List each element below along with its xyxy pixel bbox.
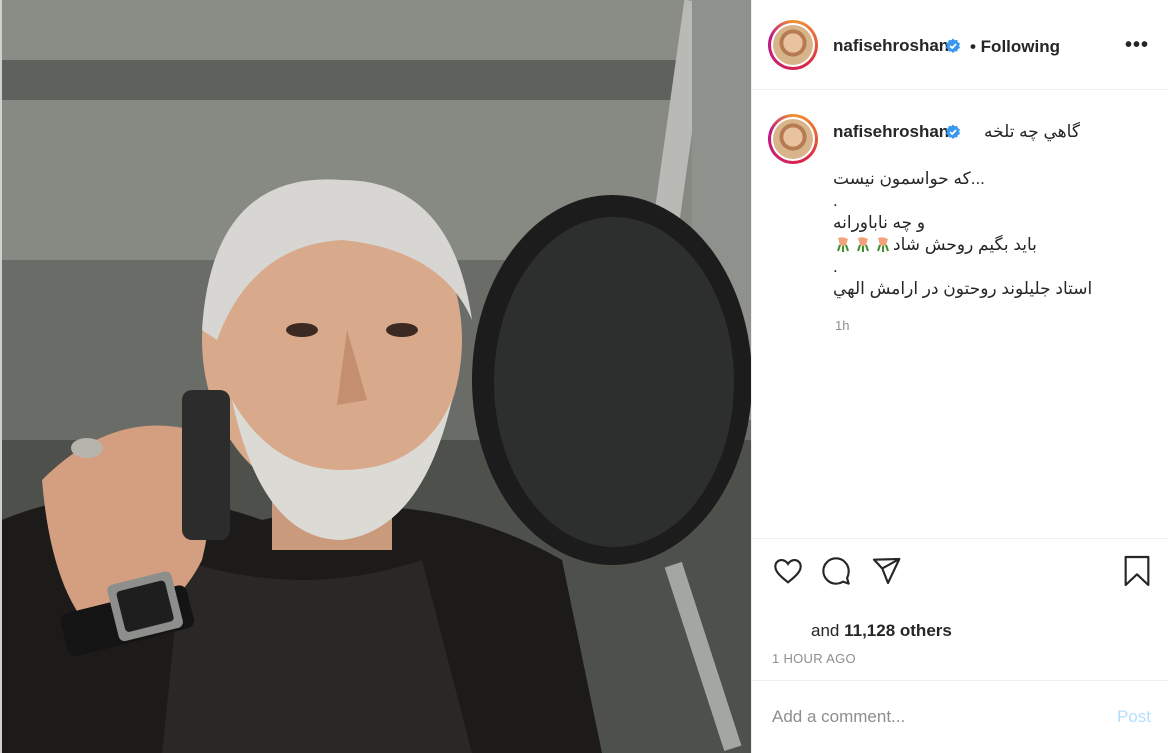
share-icon[interactable] (870, 555, 902, 587)
author-avatar[interactable] (768, 20, 818, 70)
following-button[interactable]: • Following (970, 37, 1060, 57)
action-bar: and 11,128 others 1 HOUR AGO (752, 538, 1168, 680)
likes-count[interactable]: and 11,128 others (811, 621, 952, 641)
likes-prefix: and (811, 621, 840, 640)
comment-form: Post (752, 680, 1168, 753)
instagram-post: nafisehroshan • Following ••• nafisehros… (0, 0, 1168, 753)
post-sidebar: nafisehroshan • Following ••• nafisehros… (751, 0, 1168, 753)
caption-line: . (833, 257, 838, 276)
post-comment-button[interactable]: Post (1117, 707, 1151, 727)
caption-line-with-emoji: بايد بگيم روحش شاد (833, 234, 1092, 256)
caption-username[interactable]: nafisehroshan (833, 122, 949, 142)
caption-time[interactable]: 1h (835, 318, 849, 333)
caption-line: ...که حواسمون نيست (833, 169, 985, 188)
caption-first-line: گاهي چه تلخه (984, 122, 1080, 141)
post-photo[interactable] (0, 0, 751, 753)
caption-avatar[interactable] (768, 114, 818, 164)
flower-emoji-icon (877, 237, 889, 252)
comment-icon[interactable] (820, 555, 852, 587)
emoji-group (833, 235, 893, 254)
posted-time: 1 HOUR AGO (772, 651, 856, 666)
verified-badge-icon (946, 124, 960, 139)
caption-line-text: بايد بگيم روحش شاد (893, 235, 1037, 254)
caption-section: nafisehroshan گاهي چه تلخه ...که حواسمون… (752, 90, 1168, 538)
post-header: nafisehroshan • Following ••• (752, 0, 1168, 90)
author-username[interactable]: nafisehroshan (833, 36, 949, 56)
comment-input[interactable] (772, 705, 1092, 729)
flower-emoji-icon (837, 237, 849, 252)
caption-body: ...که حواسمون نيست . و چه ناباورانه بايد… (833, 168, 1092, 300)
caption-line: استاد جليلوند روحتون در ارامش الهي (833, 279, 1093, 298)
verified-badge-icon (946, 38, 960, 53)
caption-line: . (833, 191, 838, 210)
photo-illustration (2, 0, 751, 753)
flower-emoji-icon (857, 237, 869, 252)
more-options-icon[interactable]: ••• (1125, 34, 1149, 57)
likes-others[interactable]: 11,128 others (844, 621, 952, 640)
heart-icon[interactable] (772, 555, 804, 587)
caption-line: و چه ناباورانه (833, 213, 926, 232)
bookmark-icon[interactable] (1122, 555, 1152, 587)
